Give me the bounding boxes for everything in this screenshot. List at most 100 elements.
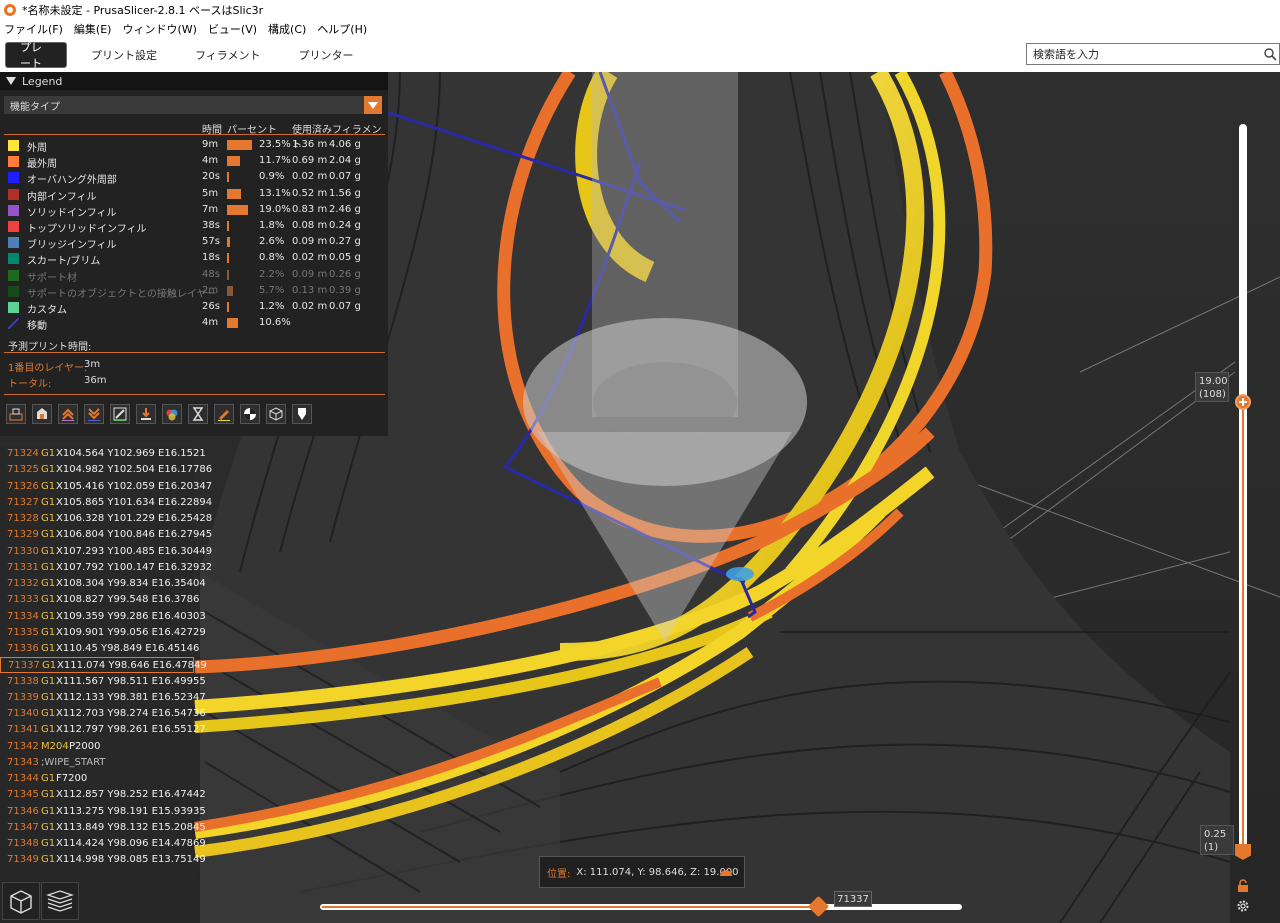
tool-position-icon[interactable] xyxy=(292,404,312,424)
legend-row[interactable]: オーバハング外周部 20s 0.9% 0.02 m 0.07 g xyxy=(0,169,388,187)
divider xyxy=(4,394,385,395)
collapse-triangle-icon[interactable] xyxy=(6,77,16,85)
pause-icon[interactable] xyxy=(188,404,208,424)
deretractions-icon[interactable] xyxy=(84,404,104,424)
feature-weight: 0.26 g xyxy=(329,268,361,280)
gcode-line[interactable]: 71347 G1 X113.849 Y98.132 E15.20845 xyxy=(0,820,206,836)
tab-filament[interactable]: フィラメント xyxy=(181,42,274,68)
legend-row[interactable]: サポートのオブジェクトとの接触レイヤー 2m 5.7% 0.13 m 0.39 g xyxy=(0,283,388,300)
search-icon[interactable] xyxy=(1263,47,1277,61)
tab-print-settings[interactable]: プリント設定 xyxy=(77,42,171,68)
view-type-select[interactable]: 機能タイプ xyxy=(4,96,382,114)
gcode-arguments: X112.703 Y98.274 E16.54736 xyxy=(56,708,206,719)
gcode-line[interactable]: 71332 G1 X108.304 Y99.834 E16.35404 xyxy=(0,576,206,592)
view-preview-button[interactable] xyxy=(41,882,79,920)
feature-time: 38s xyxy=(202,220,220,231)
shells-icon[interactable] xyxy=(6,404,26,424)
color-swatch xyxy=(8,140,19,151)
gcode-line[interactable]: 71328 G1 X106.328 Y101.229 E16.25428 xyxy=(0,511,212,527)
gcode-command: M204 xyxy=(41,740,69,752)
color-changes-icon[interactable] xyxy=(162,404,182,424)
menu-view[interactable]: ビュー(V) xyxy=(208,21,257,37)
gcode-arguments: X111.074 Y98.646 E16.47849 xyxy=(57,660,207,672)
legend-header[interactable]: Legend xyxy=(0,72,388,90)
gcode-arguments: X112.797 Y98.261 E16.55127 xyxy=(56,724,206,736)
retractions-icon[interactable] xyxy=(58,404,78,424)
title-bar: *名称未設定 - PrusaSlicer-2.8.1 ベースはSlic3r xyxy=(0,0,1280,20)
menu-edit[interactable]: 編集(E) xyxy=(74,21,112,37)
gcode-arguments: X105.416 Y102.059 E16.20347 xyxy=(56,480,213,492)
seams-icon[interactable] xyxy=(110,404,130,424)
chevron-down-icon[interactable] xyxy=(364,96,382,114)
legend-row[interactable]: 最外周 4m 11.7% 0.69 m 2.04 g xyxy=(0,153,388,170)
gcode-line[interactable]: 71324 G1 X104.564 Y102.969 E16.1521 xyxy=(0,446,206,462)
color-swatch xyxy=(8,237,19,249)
gcode-line[interactable]: 71330 G1 X107.293 Y100.485 E16.30449 xyxy=(0,544,212,560)
gcode-arguments: P2000 xyxy=(69,740,101,752)
gcode-line[interactable]: 71325 G1 X104.982 Y102.504 E16.17786 xyxy=(0,462,212,478)
gcode-line[interactable]: 71348 G1 X114.424 Y98.096 E14.47869 xyxy=(0,836,206,852)
tool-changes-icon[interactable] xyxy=(136,404,156,424)
vertical-slider-upper-thumb[interactable] xyxy=(1235,394,1251,410)
lock-icon[interactable] xyxy=(1236,879,1250,893)
legend-row[interactable]: サポート材 48s 2.2% 0.09 m 0.26 g xyxy=(0,267,388,284)
gcode-line[interactable]: 71349 G1 X114.998 Y98.085 E13.75149 xyxy=(0,852,206,868)
menu-window[interactable]: ウィンドウ(W) xyxy=(122,21,196,37)
gcode-command: G1 xyxy=(41,643,56,654)
gcode-line[interactable]: 71333 G1 X108.827 Y99.548 E16.3786 xyxy=(0,592,199,608)
cube-icon xyxy=(10,890,32,914)
gcode-line[interactable]: 71329 G1 X106.804 Y100.846 E16.27945 xyxy=(0,527,212,543)
gcode-command: G1 xyxy=(41,448,56,459)
feature-name: オーバハング外周部 xyxy=(27,175,117,187)
menu-file[interactable]: ファイル(F) xyxy=(4,21,63,37)
legend-row[interactable]: カスタム 26s 1.2% 0.02 m 0.07 g xyxy=(0,299,388,316)
color-swatch xyxy=(8,204,19,216)
center-of-gravity-icon[interactable] xyxy=(240,404,260,424)
feature-name: サポートのオブジェクトとの接触レイヤー xyxy=(27,288,217,300)
custom-gcode-icon[interactable] xyxy=(214,404,234,424)
gear-icon[interactable] xyxy=(1236,899,1250,913)
gcode-line[interactable]: 71341 G1 X112.797 Y98.261 E16.55127 xyxy=(0,722,206,738)
gcode-command: G1 xyxy=(41,691,56,703)
gcode-line[interactable]: 71326 G1 X105.416 Y102.059 E16.20347 xyxy=(0,479,212,495)
gcode-line[interactable]: 71340 G1 X112.703 Y98.274 E16.54736 xyxy=(0,706,206,722)
legend-row[interactable]: スカート/ブリム 18s 0.8% 0.02 m 0.05 g xyxy=(0,250,388,267)
gcode-line[interactable]: 71345 G1 X112.857 Y98.252 E16.47442 xyxy=(0,787,206,803)
gcode-line[interactable]: 71331 G1 X107.792 Y100.147 E16.32932 xyxy=(0,560,212,576)
percent-bar xyxy=(227,221,229,231)
gcode-line[interactable]: 71335 G1 X109.901 Y99.056 E16.42729 xyxy=(0,625,206,641)
gcode-line[interactable]: 71343 ;WIPE_START xyxy=(0,755,194,771)
gcode-line[interactable]: 71327 G1 X105.865 Y101.634 E16.22894 xyxy=(0,495,212,511)
tab-plater[interactable]: プレート xyxy=(5,41,67,70)
shells-box-icon[interactable] xyxy=(266,404,286,424)
gcode-arguments: X108.827 Y99.548 E16.3786 xyxy=(56,594,200,606)
gcode-line[interactable]: 71338 G1 X111.567 Y98.511 E16.49955 xyxy=(0,674,206,690)
gcode-line[interactable]: 71334 G1 X109.359 Y99.286 E16.40303 xyxy=(0,609,206,625)
legend-row[interactable]: ソリッドインフィル 7m 19.0% 0.83 m 2.46 g xyxy=(0,202,388,219)
menu-configuration[interactable]: 構成(C) xyxy=(268,21,306,37)
gcode-line[interactable]: 71342 M204 P2000 xyxy=(0,739,194,755)
legend-row[interactable]: 移動 4m 10.6% xyxy=(0,315,388,332)
gcode-line[interactable]: 71344 G1 F7200 xyxy=(0,771,194,787)
gcode-command: G1 xyxy=(41,594,56,606)
tool-marker-icon[interactable] xyxy=(32,404,52,424)
gcode-line-number: 71338 xyxy=(7,675,39,687)
gcode-line[interactable]: 71346 G1 X113.275 Y98.191 E15.93935 xyxy=(0,804,206,820)
legend-row[interactable]: 内部インフィル 5m 13.1% 0.52 m 1.56 g xyxy=(0,186,388,203)
expand-up-icon[interactable] xyxy=(720,870,732,876)
legend-row[interactable]: ブリッジインフィル 57s 2.6% 0.09 m 0.27 g xyxy=(0,234,388,251)
legend-row[interactable]: トップソリッドインフィル 38s 1.8% 0.08 m 0.24 g xyxy=(0,218,388,235)
gcode-line-current[interactable]: 71337 G1 X111.074 Y98.646 E16.47849 xyxy=(0,657,207,674)
color-swatch xyxy=(8,188,19,200)
menu-help[interactable]: ヘルプ(H) xyxy=(317,21,367,37)
gcode-viewer[interactable]: 71324 G1 X104.564 Y102.969 E16.1521 71325 G1… xyxy=(0,446,212,880)
tab-bar: プレート プリント設定 フィラメント プリンター 検索語を入力 xyxy=(0,37,1280,72)
feature-percent: 2.2% xyxy=(259,268,285,280)
search-input[interactable]: 検索語を入力 xyxy=(1026,43,1280,65)
gcode-line[interactable]: 71336 G1 X110.45 Y98.849 E16.45146 xyxy=(0,641,199,657)
view-3d-button[interactable] xyxy=(2,882,40,920)
gcode-line-number: 71344 xyxy=(7,773,39,784)
legend-row[interactable]: 外周 9m 23.5% 1.36 m 4.06 g xyxy=(0,137,388,154)
gcode-line[interactable]: 71339 G1 X112.133 Y98.381 E16.52347 xyxy=(0,690,206,706)
tab-printer[interactable]: プリンター xyxy=(284,42,367,68)
